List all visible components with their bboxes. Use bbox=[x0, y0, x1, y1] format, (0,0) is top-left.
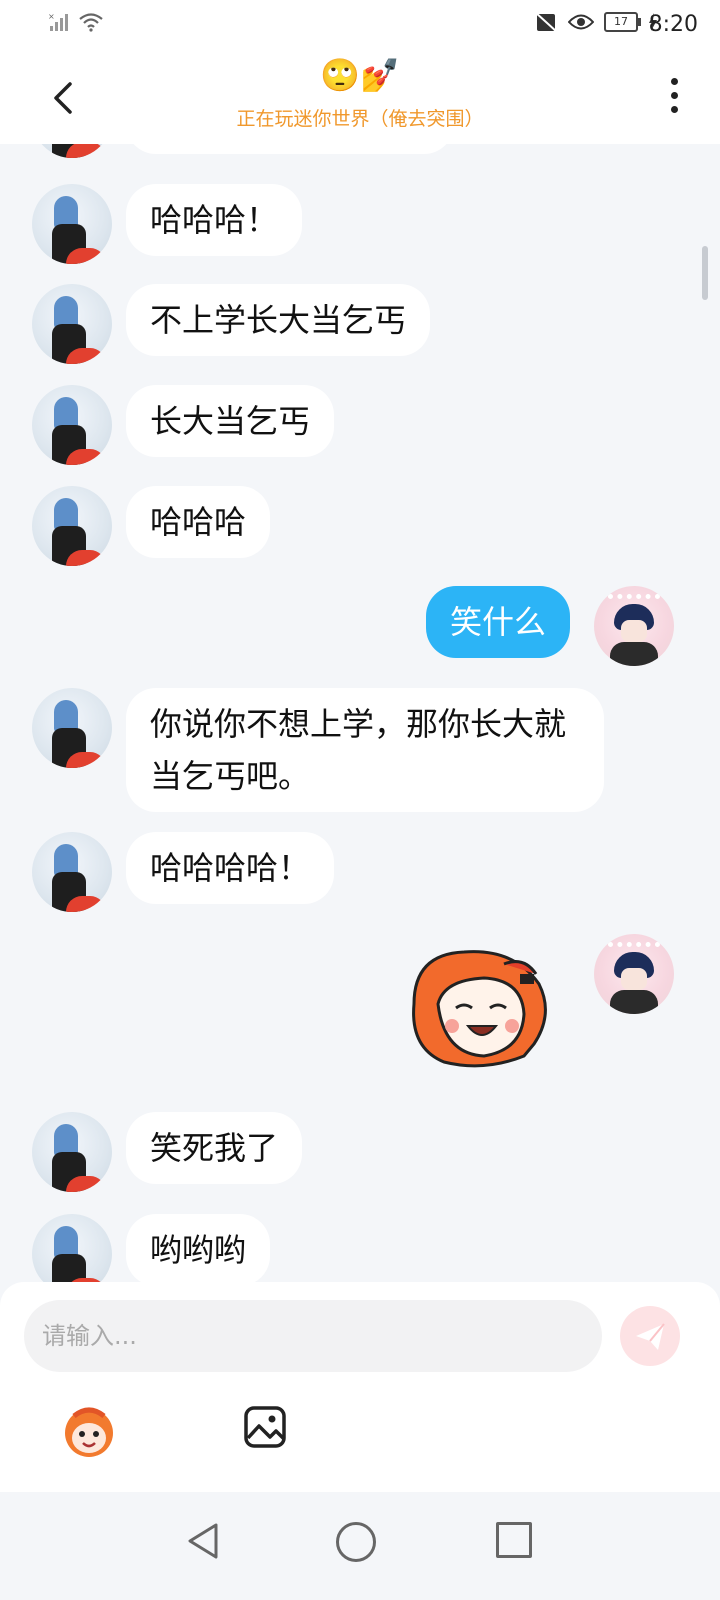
message-composer bbox=[0, 1282, 720, 1492]
contact-avatar[interactable] bbox=[32, 385, 112, 465]
system-nav-bar bbox=[0, 1492, 720, 1600]
message-list[interactable]: 哈哈哈！ 不上学长大当乞丐 长大当乞丐 哈哈哈 笑什么 你说你不想上学，那你长大… bbox=[0, 144, 720, 1310]
nav-recent-apps-icon[interactable] bbox=[496, 1522, 532, 1558]
status-left-icons: × bbox=[48, 12, 104, 32]
my-message-bubble: 笑什么 bbox=[426, 586, 571, 658]
contact-avatar[interactable] bbox=[32, 144, 112, 158]
contact-avatar[interactable] bbox=[32, 688, 112, 768]
contact-status: 正在玩迷你世界（俺去突围） bbox=[236, 108, 484, 130]
scrollbar-thumb[interactable] bbox=[702, 246, 708, 300]
svg-text:×: × bbox=[48, 12, 55, 21]
more-dot bbox=[670, 78, 678, 85]
more-dot bbox=[670, 92, 678, 99]
my-avatar[interactable] bbox=[594, 934, 674, 1014]
laughing-character-sticker-icon[interactable] bbox=[404, 944, 554, 1074]
message-bubble: 哈哈哈！ bbox=[126, 184, 303, 256]
more-options-button[interactable] bbox=[664, 78, 684, 118]
eye-icon bbox=[568, 14, 594, 30]
my-avatar[interactable] bbox=[594, 586, 674, 666]
contact-avatar[interactable] bbox=[32, 832, 112, 912]
message-bubble: 哟哟哟 bbox=[126, 1214, 271, 1286]
message-bubble: 笑死我了 bbox=[126, 1112, 303, 1184]
status-right-icons: 17 bbox=[534, 11, 658, 33]
chat-header: 🙄💅 正在玩迷你世界（俺去突围） bbox=[0, 50, 720, 144]
emoji-sticker-icon[interactable] bbox=[60, 1402, 118, 1460]
wifi-icon bbox=[79, 13, 103, 32]
message-bubble: 哈哈哈 bbox=[126, 486, 271, 558]
message-bubble: 长大当乞丐 bbox=[126, 385, 335, 457]
message-bubble: 你说你不想上学，那你长大就当乞丐吧。 bbox=[126, 688, 604, 812]
message-bubble: 哈哈哈哈！ bbox=[126, 832, 335, 904]
send-icon bbox=[636, 1323, 665, 1350]
contact-avatar[interactable] bbox=[32, 486, 112, 566]
message-bubble: 不上学长大当乞丐 bbox=[126, 284, 431, 356]
image-picker-icon[interactable] bbox=[242, 1404, 288, 1450]
signal-icon: × bbox=[48, 12, 68, 31]
message-bubble-partial bbox=[126, 144, 454, 154]
contact-avatar[interactable] bbox=[32, 184, 112, 264]
contact-name-emoji: 🙄💅 bbox=[320, 56, 400, 94]
sim-off-icon bbox=[534, 11, 558, 33]
status-time: 8:20 bbox=[648, 12, 698, 37]
more-dot bbox=[670, 106, 678, 113]
nav-home-icon[interactable] bbox=[336, 1522, 376, 1562]
send-button[interactable] bbox=[620, 1306, 680, 1366]
contact-avatar[interactable] bbox=[32, 1112, 112, 1192]
nav-back-icon[interactable] bbox=[186, 1522, 220, 1560]
contact-avatar[interactable] bbox=[32, 284, 112, 364]
battery-icon: 17 bbox=[604, 12, 641, 32]
status-bar: × 17 8:20 bbox=[0, 0, 720, 50]
message-input[interactable] bbox=[24, 1300, 602, 1372]
